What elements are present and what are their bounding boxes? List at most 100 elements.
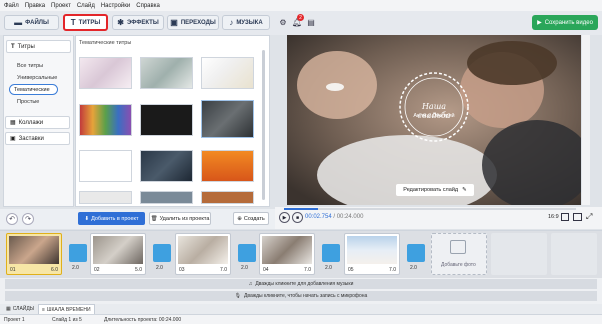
status-project: Проект 1: [4, 317, 25, 323]
menu-project[interactable]: Проект: [51, 3, 71, 9]
preview-scrollbar[interactable]: [582, 35, 590, 205]
category-titles[interactable]: T Титры: [6, 40, 71, 53]
tab-slides[interactable]: ▦ СЛАЙДЫ: [3, 304, 37, 314]
slide-clip[interactable]: 01 6.0: [6, 233, 62, 275]
plus-icon: ⊕: [237, 215, 242, 222]
sub-thematic[interactable]: Тематические: [9, 84, 58, 95]
title-thumbnail[interactable]: [140, 191, 193, 204]
sub-universal[interactable]: Универсальные: [17, 75, 57, 81]
title-thumbnail[interactable]: [79, 191, 132, 204]
aspect-ratio-select[interactable]: 16:9: [548, 214, 559, 220]
title-thumbnail[interactable]: [201, 150, 254, 182]
title-thumbnail[interactable]: [201, 191, 254, 204]
seek-bar[interactable]: [284, 208, 576, 210]
slide-thumbnail: [93, 236, 143, 264]
preview-caption-names: Анна и Дмитрий: [413, 113, 455, 119]
text-t-icon: T: [70, 18, 76, 27]
slides-icon: ▦: [6, 306, 11, 312]
folder-icon: ▬: [14, 18, 23, 27]
add-to-project-button[interactable]: ⬇ Добавить в проект: [78, 212, 145, 225]
music-note-icon: ♫: [248, 281, 253, 287]
fullscreen-icon[interactable]: ⤢: [586, 212, 592, 222]
slide-clip[interactable]: 02 5.0: [90, 233, 146, 275]
gallery-scrollbar[interactable]: [262, 50, 265, 200]
menu-file[interactable]: Файл: [4, 3, 19, 9]
image-icon: [450, 240, 466, 254]
tab-timeline[interactable]: ≡ ШКАЛА ВРЕМЕНИ: [38, 304, 95, 314]
add-photo-label: Добавьте фото: [441, 262, 476, 268]
save-video-button[interactable]: ▶ Сохранить видео: [532, 15, 598, 30]
status-bar: Проект 1 Слайд 1 из 5 Длительность проек…: [0, 314, 602, 324]
seek-progress: [284, 208, 318, 210]
undo-icon[interactable]: ↶: [6, 213, 18, 225]
slide-thumbnail: [9, 236, 59, 264]
status-duration: Длительность проекта: 00:24.000: [104, 317, 182, 323]
tab-transitions[interactable]: ▣ ПЕРЕХОДЫ: [167, 15, 219, 30]
preview-photo: [287, 35, 581, 205]
tab-effects[interactable]: ✱ ЭФФЕКТЫ: [112, 15, 164, 30]
menu-edit[interactable]: Правка: [25, 3, 45, 9]
slide-thumbnail: [178, 236, 228, 264]
sub-simple[interactable]: Простые: [17, 99, 39, 105]
time-display: 00:02.754 / 00:24.000: [305, 214, 364, 220]
snapshot-icon[interactable]: [573, 213, 582, 221]
music-note-icon: ♪: [229, 18, 234, 27]
collage-icon: ▦: [10, 120, 16, 126]
create-button[interactable]: ⊕ Создать: [233, 212, 269, 225]
tab-files[interactable]: ▬ ФАЙЛЫ: [4, 15, 59, 30]
title-thumbnail[interactable]: [79, 104, 132, 136]
menu-slide[interactable]: Слайд: [77, 3, 95, 9]
remove-from-project-button[interactable]: 🗑︎ Удалить из проекта: [149, 212, 211, 225]
slide-clip[interactable]: 05 7.0: [344, 233, 400, 275]
stop-icon[interactable]: ■: [292, 212, 303, 223]
gear-icon[interactable]: ⚙: [277, 16, 289, 28]
menu-settings[interactable]: Настройки: [101, 3, 130, 9]
title-thumbnail[interactable]: [201, 100, 254, 138]
transition-icon[interactable]: [69, 244, 87, 262]
notification-badge: 2: [297, 14, 304, 21]
slide-clip[interactable]: 04 7.0: [259, 233, 315, 275]
title-thumbnail[interactable]: [140, 104, 193, 136]
empty-slot: [551, 233, 597, 275]
title-thumbnail[interactable]: [79, 57, 132, 89]
mic-track[interactable]: 🎙︎ Дважды кликните, чтобы начать запись …: [5, 291, 597, 301]
slide-thumbnail: [347, 236, 397, 264]
save-video-icon: ▶: [537, 20, 542, 26]
redo-icon[interactable]: ↷: [22, 213, 34, 225]
transition-icon[interactable]: [407, 244, 425, 262]
effects-icon: ✱: [117, 18, 124, 27]
total-time: 00:24.000: [336, 214, 364, 220]
tab-titles[interactable]: T ТИТРЫ: [63, 14, 108, 31]
menu-help[interactable]: Справка: [136, 3, 160, 9]
slide-thumbnail: [262, 236, 312, 264]
sub-all-titles[interactable]: Все титры: [17, 63, 43, 69]
text-t-icon: T: [11, 43, 15, 50]
title-thumbnail[interactable]: [140, 57, 193, 89]
category-collages[interactable]: ▦ Коллажи: [5, 116, 70, 129]
transition-icon[interactable]: [322, 244, 340, 262]
slide-clip[interactable]: 03 7.0: [175, 233, 231, 275]
download-icon: ⬇: [84, 215, 90, 222]
pencil-icon: ✎: [462, 187, 467, 193]
title-thumbnail[interactable]: [201, 57, 254, 89]
category-screensavers[interactable]: ▣ Заставки: [5, 132, 70, 145]
gallery-title: Тематические титры: [79, 40, 132, 46]
status-slide: Слайд 1 из 5: [52, 317, 82, 323]
play-icon[interactable]: ▶: [279, 212, 290, 223]
current-time: 00:02.754: [305, 214, 332, 220]
transitions-icon: ▣: [170, 18, 178, 27]
title-thumbnail[interactable]: [79, 150, 132, 182]
title-thumbnail[interactable]: [140, 150, 193, 182]
fit-icon[interactable]: [561, 213, 569, 221]
trash-icon: 🗑︎: [150, 215, 158, 222]
tab-music[interactable]: ♪ МУЗЫКА: [222, 15, 270, 30]
preview-canvas[interactable]: Наша свадьба Анна и Дмитрий: [287, 35, 581, 205]
transition-icon[interactable]: [153, 244, 171, 262]
transition-icon[interactable]: [238, 244, 256, 262]
microphone-icon: 🎙︎: [234, 293, 241, 299]
gallery-icon[interactable]: ▤: [305, 16, 317, 28]
screensaver-icon: ▣: [10, 136, 16, 142]
timeline-icon: ≡: [42, 306, 45, 313]
edit-slide-button[interactable]: Редактировать слайд ✎: [396, 184, 474, 196]
music-track[interactable]: ♫ Дважды кликните для добавления музыки: [5, 279, 597, 289]
